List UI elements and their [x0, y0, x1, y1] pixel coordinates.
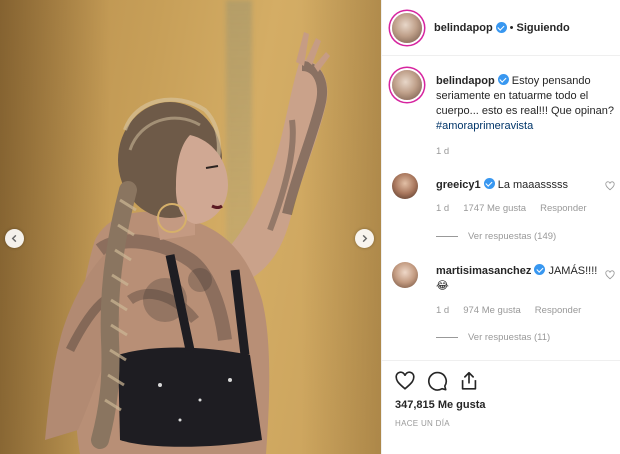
comment-icon[interactable] — [426, 370, 448, 392]
commenter-avatar[interactable] — [392, 173, 418, 199]
view-replies-button[interactable]: Ver respuestas (149) — [436, 231, 556, 242]
comment-age[interactable]: 1 d — [436, 305, 449, 316]
comment-text: La maaasssss — [497, 179, 569, 191]
header-user-info: belindapop • Siguiendo — [434, 22, 570, 34]
author-avatar[interactable] — [392, 12, 422, 43]
comment-row: greeicy1 La maaasssss 1 d 1747 Me gusta … — [392, 173, 617, 248]
laughing-emoji: 😂 — [436, 280, 449, 292]
comment-body: martisimasanchez JAMÁS!!!! 😂 — [436, 264, 616, 294]
chevron-right-icon — [362, 234, 368, 243]
like-comment-heart-icon[interactable] — [605, 270, 615, 280]
commenter-username[interactable]: martisimasanchez — [436, 265, 531, 277]
view-replies-button[interactable]: Ver respuestas (11) — [436, 332, 550, 343]
reply-button[interactable]: Responder — [535, 305, 581, 316]
caption-hashtag-link[interactable]: #amoraprimeravista — [436, 120, 533, 132]
view-replies-label: Ver respuestas (11) — [468, 332, 551, 343]
comment-like-count[interactable]: 974 Me gusta — [463, 305, 521, 316]
commenter-username[interactable]: greeicy1 — [436, 179, 481, 191]
verified-badge-icon — [483, 178, 495, 189]
comment-age[interactable]: 1 d — [436, 203, 449, 214]
caption-row: belindapop Estoy pensando seriamente en … — [392, 70, 617, 160]
caption-author-avatar[interactable] — [392, 70, 422, 100]
post-header: belindapop • Siguiendo — [382, 0, 620, 56]
verified-badge-icon — [497, 74, 509, 85]
replies-divider-line — [436, 337, 458, 338]
verified-badge-icon — [534, 264, 546, 275]
follow-separator: • — [509, 21, 514, 34]
photo-subject-illustration — [45, 32, 330, 454]
view-replies-label: Ver respuestas (149) — [468, 231, 557, 242]
caption-meta: 1 d — [436, 146, 449, 157]
verified-badge-icon — [495, 22, 507, 33]
caption-body: belindapop Estoy pensando seriamente en … — [436, 74, 616, 134]
comment-row: martisimasanchez JAMÁS!!!! 😂 1 d 974 Me … — [392, 262, 617, 352]
share-icon[interactable] — [458, 370, 480, 392]
comment-meta: 1 d 974 Me gusta Responder — [436, 305, 581, 316]
reply-button[interactable]: Responder — [540, 203, 586, 214]
replies-divider-line — [436, 236, 458, 237]
post-actions-bar: 347,815 Me gusta HACE UN DÍA — [382, 360, 620, 454]
post-photo[interactable] — [0, 0, 381, 454]
comment-meta: 1 d 1747 Me gusta Responder — [436, 203, 587, 214]
post-side-panel: belindapop • Siguiendo belindapop Estoy … — [381, 0, 620, 454]
commenter-avatar[interactable] — [392, 262, 418, 288]
caption-author-username[interactable]: belindapop — [436, 75, 495, 87]
following-button[interactable]: Siguiendo — [517, 22, 570, 34]
caption-age[interactable]: 1 d — [436, 146, 449, 157]
chevron-left-icon — [11, 234, 17, 243]
comment-body: greeicy1 La maaasssss — [436, 178, 616, 193]
like-comment-heart-icon[interactable] — [605, 181, 615, 191]
previous-photo-button[interactable] — [5, 229, 24, 248]
heart-icon[interactable] — [394, 370, 416, 392]
post-like-count[interactable]: 347,815 Me gusta — [395, 399, 486, 411]
comment-text: JAMÁS!!!! — [548, 265, 598, 277]
post-timestamp[interactable]: HACE UN DÍA — [395, 419, 450, 428]
next-photo-button[interactable] — [355, 229, 374, 248]
author-username[interactable]: belindapop — [434, 22, 493, 34]
comment-like-count[interactable]: 1747 Me gusta — [463, 203, 526, 214]
